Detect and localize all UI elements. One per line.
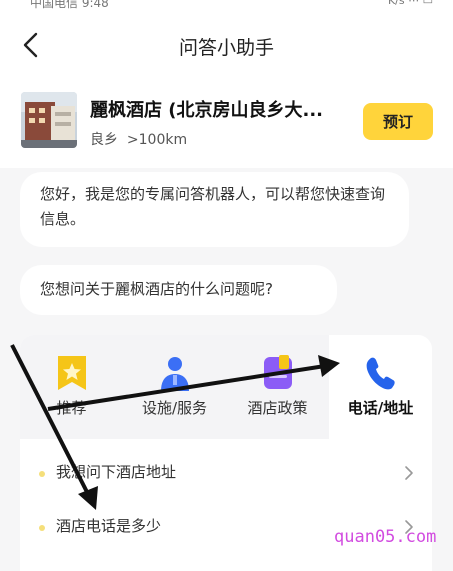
tab-label: 推荐 — [56, 399, 87, 417]
star-bookmark-icon — [57, 356, 86, 390]
tab-facilities[interactable]: 设施/服务 — [123, 335, 226, 439]
nav-bar: 问答小助手 — [0, 12, 453, 80]
hotel-distance: >100km — [126, 132, 188, 148]
bullet-dot — [39, 525, 45, 531]
question-text: 酒店电话是多少 — [56, 517, 162, 535]
hotel-name: 麗枫酒店 (北京房山良乡大... — [90, 100, 324, 121]
status-icons: K/s ⋯ ▭ — [387, 0, 433, 7]
tab-phone-address[interactable]: 电话/地址 — [329, 335, 432, 439]
watermark: quan05.com — [334, 527, 437, 547]
hotel-thumbnail[interactable] — [21, 92, 77, 148]
hotel-header: 麗枫酒店 (北京房山良乡大... 良乡 >100km 预订 — [0, 80, 453, 160]
page-title: 问答小助手 — [178, 37, 274, 59]
status-bar: 中国电信 9:48 K/s ⋯ ▭ — [0, 0, 453, 12]
chevron-right-icon — [405, 466, 413, 480]
question-item-address[interactable]: 我想问下酒店地址 — [20, 447, 432, 501]
hotel-area: 良乡 — [90, 132, 118, 148]
book-button[interactable]: 预订 — [363, 103, 433, 140]
tab-label: 设施/服务 — [141, 399, 208, 417]
chat-area: 您好，我是您的专属问答机器人，可以帮您快速查询信息。 您想问关于麗枫酒店的什么问… — [0, 168, 453, 571]
tab-label: 电话/地址 — [347, 399, 414, 417]
tab-recommend[interactable]: 推荐 — [20, 335, 123, 439]
staff-person-icon — [160, 357, 189, 391]
tab-policy[interactable]: 酒店政策 — [226, 335, 329, 439]
category-tabs: 推荐 设施/服务 酒店政策 电话/地址 — [20, 335, 432, 439]
policy-document-icon — [263, 355, 292, 389]
hotel-location: 良乡 >100km — [90, 129, 187, 149]
bot-prompt-bubble: 您想问关于麗枫酒店的什么问题呢? — [20, 265, 337, 315]
tab-label: 酒店政策 — [247, 399, 308, 417]
question-text: 我想问下酒店地址 — [56, 463, 177, 481]
phone-icon — [366, 357, 395, 390]
status-carrier: 中国电信 9:48 — [30, 0, 109, 10]
bullet-dot — [39, 471, 45, 477]
bot-greeting-bubble: 您好，我是您的专属问答机器人，可以帮您快速查询信息。 — [20, 172, 409, 247]
